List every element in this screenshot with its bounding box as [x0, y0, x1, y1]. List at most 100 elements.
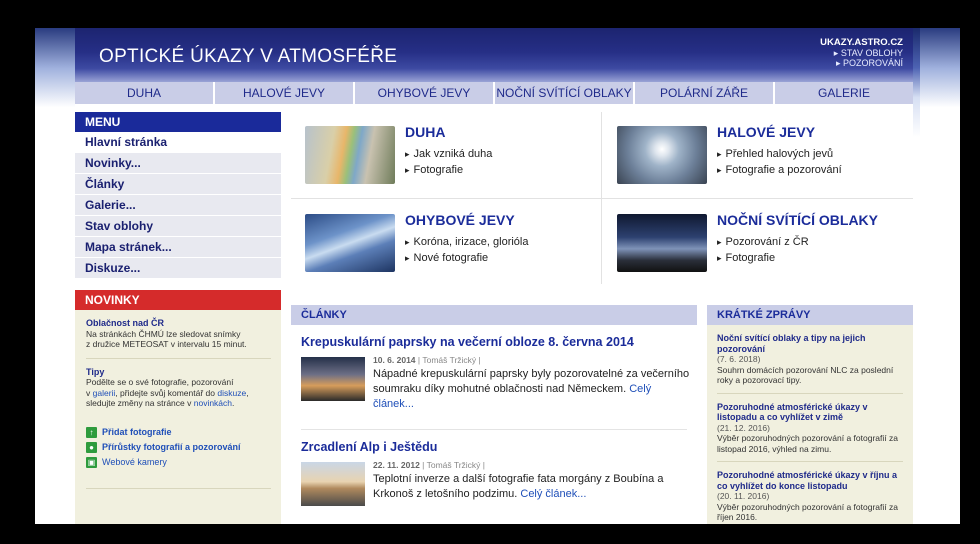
- corona-photo[interactable]: [305, 214, 395, 272]
- rainbow-photo[interactable]: [305, 126, 395, 184]
- tile-duha: DUHA Jak vzniká duha Fotografie: [291, 112, 601, 198]
- tile-link[interactable]: Fotografie: [717, 250, 809, 266]
- article-author: | Tomáš Tržický |: [417, 355, 481, 365]
- quick-link-add-photos[interactable]: ↑ Přidat fotografie: [75, 426, 281, 438]
- link-galerii[interactable]: galerii: [93, 388, 116, 398]
- nav-galerie[interactable]: GALERIE: [775, 82, 913, 104]
- page-background-left: [35, 28, 75, 524]
- noctilucent-photo[interactable]: [617, 214, 707, 272]
- menu-item-clanky[interactable]: Články: [75, 174, 281, 195]
- side-menu: MENU Hlavní stránka Novinky... Články Ga…: [75, 112, 281, 279]
- text-fragment: v: [86, 387, 93, 398]
- quick-link-label: Přírůstky fotografií a pozorování: [102, 442, 241, 452]
- link-pozorovani[interactable]: ▸ POZOROVÁNÍ: [820, 58, 903, 68]
- text-fragment: .: [232, 398, 235, 408]
- upload-icon: ↑: [86, 426, 97, 438]
- short-news-item: Pozoruhodné atmosférické úkazy v říjnu a…: [707, 462, 913, 523]
- menu-item-hlavni-stranka[interactable]: Hlavní stránka: [75, 132, 281, 153]
- tile-title[interactable]: OHYBOVÉ JEVY: [405, 212, 515, 228]
- read-more-link[interactable]: Celý článek...: [520, 488, 586, 500]
- tile-link[interactable]: Přehled halových jevů: [717, 146, 842, 162]
- menu-item-novinky[interactable]: Novinky...: [75, 153, 281, 174]
- short-news-title[interactable]: Pozoruhodné atmosférické úkazy v listopa…: [717, 402, 903, 423]
- short-news-text: Výběr pozoruhodných pozorování a fotogra…: [717, 501, 898, 523]
- article-thumbnail[interactable]: [301, 462, 365, 506]
- news-item-title: Tipy: [86, 366, 105, 377]
- link-diskuze[interactable]: diskuze: [217, 388, 246, 398]
- short-news-title[interactable]: Noční svítící oblaky a tipy na jejich po…: [717, 333, 903, 354]
- news-header: NOVINKY: [75, 290, 281, 310]
- tile-links: Přehled halových jevů Fotografie a pozor…: [717, 146, 842, 178]
- quick-link-webcams[interactable]: ▣ Webové kamery: [75, 456, 281, 468]
- short-news-date: (7. 6. 2018): [717, 354, 761, 364]
- menu-item-stav-oblohy[interactable]: Stav oblohy: [75, 216, 281, 237]
- short-news-date: (21. 12. 2016): [717, 422, 770, 433]
- topic-grid: DUHA Jak vzniká duha Fotografie HALOVÉ J…: [291, 112, 913, 286]
- news-item-text: Podělte se o své fotografie, pozorování: [86, 377, 234, 387]
- article-date: 22. 11. 2012: [373, 460, 420, 470]
- tile-halove-jevy: HALOVÉ JEVY Přehled halových jevů Fotogr…: [603, 112, 913, 198]
- webcam-icon: ▣: [86, 456, 97, 468]
- news-item: Tipy Podělte se o své fotografie, pozoro…: [75, 359, 281, 409]
- menu-item-mapa-stranek[interactable]: Mapa stránek...: [75, 237, 281, 258]
- short-news-date: (20. 11. 2016): [717, 491, 770, 501]
- news-item-text: z družice METEOSAT v intervalu 15 minut.: [86, 339, 247, 349]
- link-novinkach[interactable]: novinkách: [194, 398, 232, 408]
- news-item-text: sledujte změny na stránce v novinkách.: [86, 398, 271, 409]
- news-item: Oblačnost nad ČR Na stránkách ČHMÚ lze s…: [75, 310, 281, 350]
- tile-link[interactable]: Nové fotografie: [405, 250, 528, 266]
- tile-title[interactable]: NOČNÍ SVÍTÍCÍ OBLAKY: [717, 212, 878, 228]
- tile-link[interactable]: Fotografie a pozorování: [717, 162, 842, 178]
- article-text: Teplotní inverze a další fotografie fata…: [373, 473, 664, 500]
- camera-icon: ●: [86, 441, 97, 453]
- halo-photo[interactable]: [617, 126, 707, 184]
- nav-ohybove-jevy[interactable]: OHYBOVÉ JEVY: [355, 82, 495, 104]
- nav-duha[interactable]: DUHA: [75, 82, 215, 104]
- quick-link-label: Přidat fotografie: [102, 427, 172, 437]
- short-news-text: Souhrn domácích pozorování NLC za posled…: [717, 364, 894, 386]
- quick-link-new-photos[interactable]: ● Přírůstky fotografií a pozorování: [75, 441, 281, 453]
- articles-header: ČLÁNKY: [291, 305, 697, 325]
- short-news-title[interactable]: Pozoruhodné atmosférické úkazy v říjnu a…: [717, 470, 903, 491]
- tile-link[interactable]: Fotografie: [405, 162, 492, 178]
- page-background-right: [920, 28, 960, 524]
- quick-link-label: Webové kamery: [102, 457, 167, 467]
- screen-frame: OPTICKÉ ÚKAZY V ATMOSFÉŘE UKAZY.ASTRO.CZ…: [0, 0, 980, 544]
- tile-links: Pozorování z ČR Fotografie: [717, 234, 809, 266]
- divider: [291, 198, 913, 199]
- menu-item-galerie[interactable]: Galerie...: [75, 195, 281, 216]
- nav-polarni-zare[interactable]: POLÁRNÍ ZÁŘE: [635, 82, 775, 104]
- article-thumbnail[interactable]: [301, 357, 365, 401]
- divider: [86, 487, 271, 489]
- article-meta: 22. 11. 2012 | Tomáš Tržický |: [373, 460, 485, 470]
- top-navigation: DUHA HALOVÉ JEVY OHYBOVÉ JEVY NOČNÍ SVÍT…: [75, 82, 913, 104]
- news-panel: NOVINKY Oblačnost nad ČR Na stránkách ČH…: [75, 290, 281, 524]
- site-domain[interactable]: UKAZY.ASTRO.CZ: [820, 38, 903, 48]
- tile-link[interactable]: Koróna, irizace, glorióla: [405, 234, 529, 250]
- tile-links: Koróna, irizace, glorióla Nové fotografi…: [405, 234, 529, 266]
- divider: [301, 429, 687, 430]
- article-item: 10. 6. 2014 | Tomáš Tržický | Nápadné kr…: [291, 349, 697, 429]
- short-news-panel: KRÁTKÉ ZPRÁVY Noční svítící oblaky a tip…: [707, 305, 913, 524]
- link-stav-oblohy[interactable]: ▸ STAV OBLOHY: [820, 48, 903, 58]
- site-title[interactable]: OPTICKÉ ÚKAZY V ATMOSFÉŘE: [99, 46, 397, 68]
- nav-halove-jevy[interactable]: HALOVÉ JEVY: [215, 82, 355, 104]
- menu-header: MENU: [75, 112, 281, 132]
- article-title[interactable]: Zrcadlení Alp i Ještědu: [301, 440, 697, 454]
- menu-item-diskuze[interactable]: Diskuze...: [75, 258, 281, 279]
- text-fragment: ,: [246, 387, 249, 398]
- tile-nocni-svitici-oblaky: NOČNÍ SVÍTÍCÍ OBLAKY Pozorování z ČR Fot…: [603, 200, 913, 286]
- article-meta: 10. 6. 2014 | Tomáš Tržický |: [373, 355, 481, 365]
- short-news-item: Pozoruhodné atmosférické úkazy v listopa…: [707, 394, 913, 455]
- article-title[interactable]: Krepuskulární paprsky na večerní obloze …: [301, 335, 697, 349]
- tile-title[interactable]: DUHA: [405, 124, 445, 140]
- articles-section: ČLÁNKY Krepuskulární paprsky na večerní …: [291, 305, 697, 524]
- news-item-title[interactable]: Oblačnost nad ČR: [86, 318, 271, 329]
- page-content: OPTICKÉ ÚKAZY V ATMOSFÉŘE UKAZY.ASTRO.CZ…: [75, 28, 913, 524]
- tile-title[interactable]: HALOVÉ JEVY: [717, 124, 815, 140]
- tile-link[interactable]: Jak vzniká duha: [405, 146, 493, 162]
- nav-nocni-svitici-oblaky[interactable]: NOČNÍ SVÍTÍCÍ OBLAKY: [495, 82, 635, 104]
- tile-link[interactable]: Pozorování z ČR: [717, 234, 809, 250]
- short-news-item: Noční svítící oblaky a tipy na jejich po…: [707, 325, 913, 386]
- tile-ohybove-jevy: OHYBOVÉ JEVY Koróna, irizace, glorióla N…: [291, 200, 601, 286]
